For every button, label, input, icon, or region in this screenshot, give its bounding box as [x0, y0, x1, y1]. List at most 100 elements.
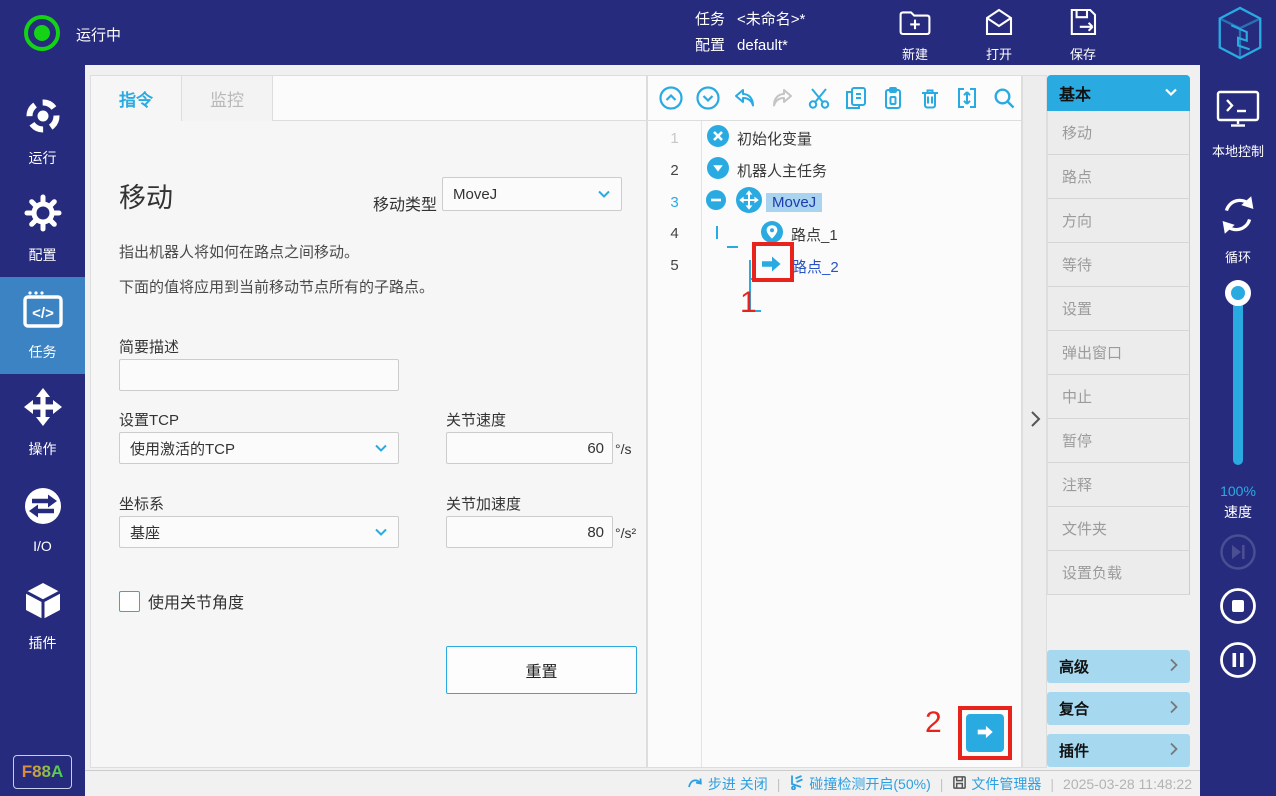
tree-node-label-selected: MoveJ: [766, 193, 822, 212]
tree-row-waypoint1[interactable]: 路点_1: [761, 218, 1021, 250]
brief-desc-input[interactable]: [119, 359, 399, 391]
step-next-button[interactable]: [1219, 533, 1257, 571]
search-button[interactable]: [990, 84, 1018, 112]
cut-button[interactable]: [805, 84, 833, 112]
device-code: F88A: [22, 762, 64, 782]
save-task-button[interactable]: 保存: [1054, 6, 1112, 63]
sidebar-item-config[interactable]: 配置: [0, 180, 85, 277]
annotation-label-1: 1: [740, 286, 757, 320]
group-plugin[interactable]: 插件: [1047, 734, 1190, 767]
local-control-button[interactable]: 本地控制: [1200, 89, 1276, 160]
tree-row-movej[interactable]: 3 MoveJ: [648, 186, 1021, 218]
command-tabbar: 指令 监控: [91, 76, 646, 121]
copy-button[interactable]: [842, 84, 870, 112]
stop-icon: [1219, 613, 1257, 628]
pause-button[interactable]: [1219, 641, 1257, 679]
joint-speed-input[interactable]: [446, 432, 613, 464]
instruction-item-popup[interactable]: 弹出窗口: [1047, 331, 1190, 375]
line-number: 3: [648, 194, 701, 211]
speed-slider-handle[interactable]: [1225, 280, 1251, 306]
sidebar-item-task[interactable]: </> 任务: [0, 277, 85, 374]
tcp-select[interactable]: 使用激活的TCP: [119, 432, 399, 464]
undo-button[interactable]: [731, 84, 759, 112]
use-joint-angle-checkbox[interactable]: [119, 591, 140, 612]
move-type-value: MoveJ: [453, 186, 497, 203]
move-down-button[interactable]: [694, 84, 722, 112]
frame-select[interactable]: 基座: [119, 516, 399, 548]
instruction-groups: 高级 复合 插件: [1047, 650, 1190, 767]
tcp-value: 使用激活的TCP: [130, 438, 235, 459]
joint-acc-unit: °/s²: [615, 525, 636, 541]
instruction-item-payload[interactable]: 设置负载: [1047, 551, 1190, 595]
run-target-icon: [23, 96, 63, 141]
tree-row-main-task[interactable]: 2 机器人主任务: [648, 154, 1021, 186]
tab-instruction[interactable]: 指令: [91, 76, 182, 121]
line-number: 4: [648, 225, 701, 242]
group-advanced[interactable]: 高级: [1047, 650, 1190, 683]
redo-button[interactable]: [768, 84, 796, 112]
tree-node-label: 路点_1: [791, 224, 838, 245]
open-task-button[interactable]: 打开: [970, 6, 1028, 63]
tree-node-label: 路点_2: [792, 256, 839, 277]
use-joint-angle-row[interactable]: 使用关节角度: [119, 589, 244, 613]
task-label: 任务: [695, 7, 725, 33]
instruction-item-folder[interactable]: 文件夹: [1047, 507, 1190, 551]
statusbar-separator: |: [1050, 776, 1054, 792]
brief-desc-label: 简要描述: [119, 336, 179, 357]
instruction-item-wait[interactable]: 等待: [1047, 243, 1190, 287]
move-node-form: 移动 移动类型 MoveJ 指出机器人将如何在路点之间移动。 下面的值将应用到当…: [91, 121, 646, 768]
device-code-badge[interactable]: F88A: [13, 755, 72, 789]
paste-button[interactable]: [879, 84, 907, 112]
new-folder-icon: [897, 6, 933, 41]
move-node-icon: [736, 187, 762, 218]
speed-percent: 100%: [1200, 483, 1276, 499]
collapse-minus-icon[interactable]: [706, 190, 726, 215]
sidebar-item-label: I/O: [33, 538, 52, 554]
move-up-button[interactable]: [657, 84, 685, 112]
file-manager-button[interactable]: 文件管理器: [952, 774, 1041, 794]
move-type-select[interactable]: MoveJ: [442, 177, 622, 211]
sidebar-item-run[interactable]: 运行: [0, 83, 85, 180]
io-exchange-icon: [23, 486, 63, 531]
tab-monitor[interactable]: 监控: [182, 76, 273, 121]
speed-slider[interactable]: [1233, 293, 1243, 465]
loop-button[interactable]: 循环: [1200, 193, 1276, 266]
sidebar-item-label: 插件: [29, 633, 57, 653]
tree-row-waypoint2[interactable]: 路点_2: [760, 250, 1020, 282]
joint-acc-input[interactable]: [446, 516, 613, 548]
delete-button[interactable]: [916, 84, 944, 112]
task-name: <未命名>*: [737, 7, 805, 33]
group-composite[interactable]: 复合: [1047, 692, 1190, 725]
step-mode-toggle[interactable]: 步进 关闭: [687, 774, 768, 794]
new-task-button[interactable]: 新建: [886, 6, 944, 63]
sidebar-item-label: 运行: [29, 148, 57, 168]
instruction-item-waypoint[interactable]: 路点: [1047, 155, 1190, 199]
sidebar-item-label: 任务: [29, 342, 57, 362]
sidebar-item-operate[interactable]: 操作: [0, 374, 85, 471]
instruction-item-direction[interactable]: 方向: [1047, 199, 1190, 243]
config-name: default*: [737, 33, 788, 59]
reset-button[interactable]: 重置: [446, 646, 637, 694]
instruction-item-comment[interactable]: 注释: [1047, 463, 1190, 507]
chevron-right-icon: [1169, 700, 1178, 718]
step-mode-label: 步进 关闭: [708, 774, 768, 794]
instruction-item-pause[interactable]: 暂停: [1047, 419, 1190, 463]
stop-button[interactable]: [1219, 587, 1257, 625]
instruction-item-move[interactable]: 移动: [1047, 111, 1190, 155]
fold-button[interactable]: [953, 84, 981, 112]
sidebar-item-io[interactable]: I/O: [0, 471, 85, 568]
run-status-dot: [34, 25, 50, 41]
panel-expander[interactable]: [1022, 75, 1047, 768]
instruction-category-label: 基本: [1059, 81, 1091, 105]
instruction-category-select[interactable]: 基本: [1047, 75, 1190, 111]
collision-detect-toggle[interactable]: 碰撞检测开启(50%): [789, 774, 930, 794]
group-label: 插件: [1059, 740, 1089, 761]
tree-row-init-variables[interactable]: 1 初始化变量: [648, 122, 1021, 154]
statusbar-separator: |: [940, 776, 944, 792]
step-icon: [687, 775, 704, 793]
instruction-item-set[interactable]: 设置: [1047, 287, 1190, 331]
loop-label: 循环: [1225, 247, 1251, 266]
sidebar-item-plugin[interactable]: 插件: [0, 568, 85, 665]
open-task-label: 打开: [986, 44, 1012, 63]
instruction-item-abort[interactable]: 中止: [1047, 375, 1190, 419]
